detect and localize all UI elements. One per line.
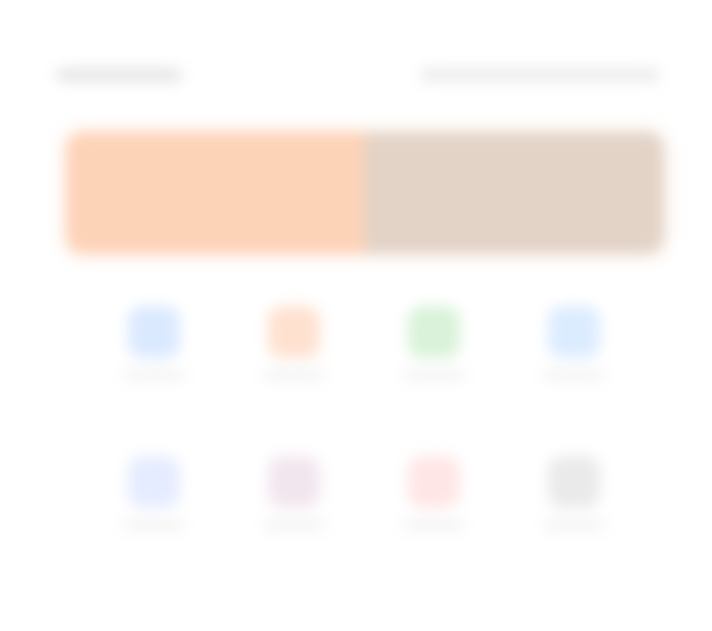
app-icon-grid bbox=[84, 306, 644, 530]
header-search-placeholder[interactable] bbox=[420, 68, 660, 82]
promo-banner-right-panel[interactable] bbox=[365, 132, 664, 254]
app-tile-label bbox=[123, 370, 185, 380]
app-tile-3[interactable] bbox=[364, 306, 504, 380]
app-tile-7[interactable] bbox=[364, 456, 504, 530]
app-tile-6[interactable] bbox=[224, 456, 364, 530]
app-tile-8[interactable] bbox=[504, 456, 644, 530]
promo-banner-left-panel[interactable] bbox=[66, 132, 365, 254]
app-tile-5[interactable] bbox=[84, 456, 224, 530]
app-icon-mauve-icon[interactable] bbox=[268, 456, 320, 508]
blurred-app-screen bbox=[0, 0, 712, 631]
app-tile-label bbox=[543, 520, 605, 530]
app-icon-red-icon[interactable] bbox=[408, 456, 460, 508]
app-tile-label bbox=[263, 520, 325, 530]
app-icon-orange-icon[interactable] bbox=[268, 306, 320, 358]
header-title-placeholder bbox=[56, 68, 182, 82]
app-tile-2[interactable] bbox=[224, 306, 364, 380]
app-icon-gray-icon[interactable] bbox=[548, 456, 600, 508]
app-icon-indigo-icon[interactable] bbox=[128, 456, 180, 508]
app-tile-label bbox=[403, 520, 465, 530]
app-tile-label bbox=[543, 370, 605, 380]
app-icon-green-icon[interactable] bbox=[408, 306, 460, 358]
app-tile-1[interactable] bbox=[84, 306, 224, 380]
app-tile-label bbox=[403, 370, 465, 380]
app-tile-4[interactable] bbox=[504, 306, 644, 380]
app-tile-label bbox=[263, 370, 325, 380]
promo-banner[interactable] bbox=[66, 132, 664, 254]
app-icon-lightblue-icon[interactable] bbox=[548, 306, 600, 358]
app-tile-label bbox=[123, 520, 185, 530]
app-icon-blue-icon[interactable] bbox=[128, 306, 180, 358]
